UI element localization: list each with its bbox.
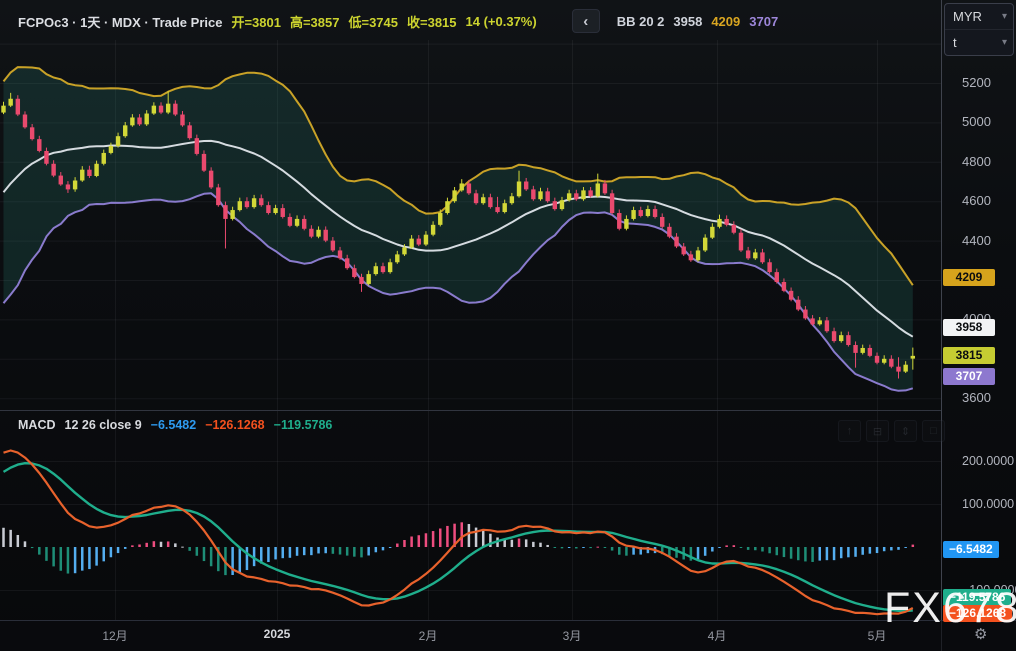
trading-chart-app: FCPOc3 · 1天 · MDX · Trade Price 开=3801 高… bbox=[0, 0, 1016, 651]
macd-badge: −6.5482 bbox=[943, 541, 999, 558]
bb-indicator-label[interactable]: BB 20 2 bbox=[617, 14, 665, 29]
macd-badge: −119.5786 bbox=[943, 589, 1011, 606]
pane-move-up-icon[interactable]: ↑ bbox=[838, 420, 861, 442]
chevron-down-icon: ▾ bbox=[1002, 11, 1007, 22]
pane-collapse-icon[interactable]: ⇕ bbox=[894, 420, 917, 442]
time-label-4月: 4月 bbox=[708, 627, 727, 644]
ohlc-low: 低=3745 bbox=[348, 12, 398, 31]
macd-hist-value: −6.5482 bbox=[151, 418, 197, 432]
chart-legend: FCPOc3 · 1天 · MDX · Trade Price 开=3801 高… bbox=[18, 10, 778, 32]
macd-params: 12 26 close 9 bbox=[65, 418, 142, 432]
macd-tick: 100.0000 bbox=[962, 496, 1014, 512]
macd-badge: −126.1268 bbox=[943, 605, 1012, 622]
unit-select[interactable]: t ▾ bbox=[945, 29, 1013, 55]
pane-maximize-icon[interactable]: □ bbox=[922, 420, 945, 442]
macd-title[interactable]: MACD bbox=[18, 418, 56, 432]
candlestick-chart-canvas[interactable] bbox=[0, 0, 1016, 651]
currency-select[interactable]: MYR ▾ bbox=[945, 4, 1013, 29]
time-label-12月: 12月 bbox=[102, 627, 127, 644]
chevron-down-icon: ▾ bbox=[1002, 37, 1007, 48]
bb-upper-value: 4209 bbox=[711, 14, 740, 29]
currency-unit-widget: MYR ▾ t ▾ bbox=[944, 3, 1014, 56]
time-label-2月: 2月 bbox=[419, 627, 438, 644]
time-label-3月: 3月 bbox=[563, 627, 582, 644]
macd-tick: 200.0000 bbox=[962, 453, 1014, 469]
macd-axis[interactable]: 200.0000100.0000−100.0000−6.5482−119.578… bbox=[941, 0, 1016, 651]
pane-delete-icon[interactable]: ⊟ bbox=[866, 420, 889, 442]
pane-separator[interactable] bbox=[0, 410, 941, 411]
macd-legend: MACD 12 26 close 9 −6.5482 −126.1268 −11… bbox=[18, 418, 332, 432]
time-label-5月: 5月 bbox=[868, 627, 887, 644]
ohlc-open: 开=3801 bbox=[231, 12, 281, 31]
ohlc-change: 14 (+0.37%) bbox=[466, 14, 537, 29]
time-label-2025: 2025 bbox=[264, 627, 291, 641]
ohlc-close: 收=3815 bbox=[407, 12, 457, 31]
ohlc-high: 高=3857 bbox=[290, 12, 340, 31]
time-axis[interactable]: ⚙ 12月20252月3月4月5月 bbox=[0, 620, 1016, 651]
legend-collapse-button[interactable]: ‹ bbox=[572, 9, 600, 33]
macd-signal-value: −119.5786 bbox=[274, 418, 333, 432]
symbol-title[interactable]: FCPOc3 · 1天 · MDX · Trade Price bbox=[18, 12, 222, 31]
bb-lower-value: 3707 bbox=[749, 14, 778, 29]
bb-mid-value: 3958 bbox=[673, 14, 702, 29]
currency-value: MYR bbox=[953, 9, 982, 24]
macd-pane-toolbar: ↑ ⊟ ⇕ □ bbox=[838, 420, 945, 442]
macd-line-value: −126.1268 bbox=[205, 418, 264, 432]
unit-value: t bbox=[953, 35, 957, 50]
